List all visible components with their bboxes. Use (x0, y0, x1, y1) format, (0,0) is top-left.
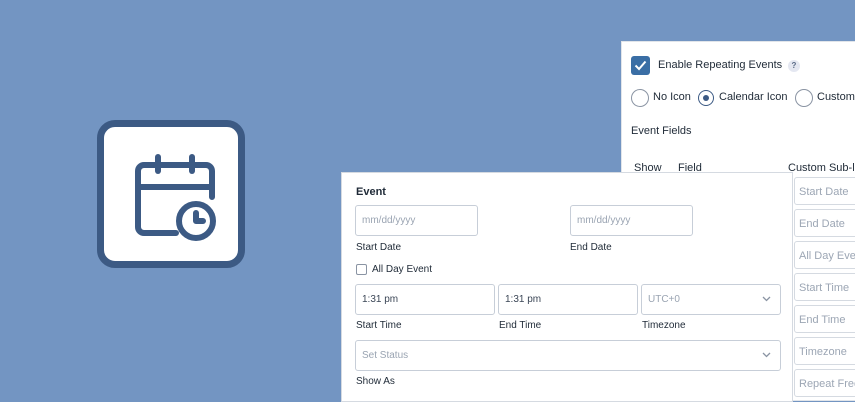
sub-label-input[interactable]: End Date (794, 209, 855, 237)
sub-label-input[interactable]: Timezone (794, 337, 855, 365)
status-select[interactable]: Set Status (355, 340, 781, 371)
timezone-label: Timezone (642, 320, 686, 331)
enable-repeating-label: Enable Repeating Events (658, 59, 783, 71)
timezone-value: UTC+0 (648, 294, 680, 305)
check-icon (634, 60, 647, 71)
start-time-input[interactable]: 1:31 pm (355, 284, 495, 315)
sub-label-input[interactable]: Start Time (794, 273, 855, 301)
start-time-label: Start Time (356, 320, 402, 331)
start-date-input[interactable]: mm/dd/yyyy (355, 205, 478, 236)
all-day-checkbox[interactable] (356, 264, 367, 275)
end-date-input[interactable]: mm/dd/yyyy (570, 205, 693, 236)
status-value: Set Status (362, 350, 409, 361)
sub-label-input[interactable]: All Day Even (794, 241, 855, 269)
radio-no-icon[interactable] (631, 89, 649, 107)
sub-label-input[interactable]: Start Date (794, 177, 855, 205)
start-date-label: Start Date (356, 242, 402, 253)
chevron-down-icon (762, 296, 771, 302)
end-date-label: End Date (570, 242, 612, 253)
radio-calendar-icon[interactable] (698, 90, 714, 106)
help-icon[interactable]: ? (788, 60, 800, 72)
calendar-clock-icon (135, 154, 216, 241)
timezone-select[interactable]: UTC+0 (641, 284, 781, 315)
event-fields-heading: Event Fields (631, 125, 692, 137)
radio-custom-label: Custom (817, 91, 855, 103)
column-custom-sub: Custom Sub-l (788, 162, 855, 174)
sub-label-input[interactable]: Repeat Frec (794, 369, 855, 397)
radio-no-icon-label: No Icon (653, 91, 691, 103)
radio-calendar-icon-label: Calendar Icon (719, 91, 788, 103)
end-time-input[interactable]: 1:31 pm (498, 284, 638, 315)
all-day-label: All Day Event (372, 264, 433, 275)
event-title: Event (356, 186, 386, 198)
event-panel: Event mm/dd/yyyy Start Date mm/dd/yyyy E… (341, 172, 793, 402)
app-icon (97, 120, 245, 268)
sub-label-input[interactable]: End Time (794, 305, 855, 333)
show-as-label: Show As (356, 376, 395, 387)
chevron-down-icon (762, 352, 771, 358)
radio-custom[interactable] (795, 89, 813, 107)
enable-repeating-checkbox[interactable] (631, 56, 650, 75)
end-time-label: End Time (499, 320, 542, 331)
